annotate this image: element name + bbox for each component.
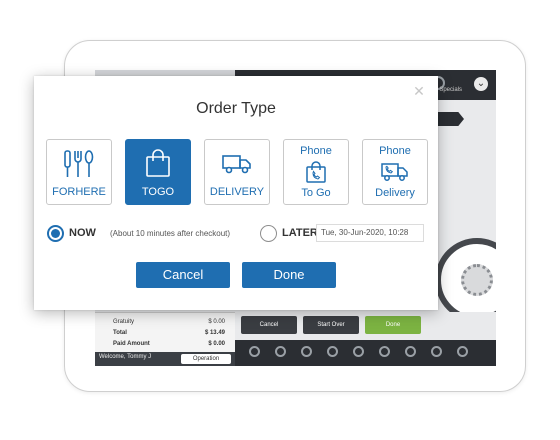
function-icon[interactable] — [431, 346, 442, 357]
function-icon[interactable] — [275, 346, 286, 357]
order-type-delivery-button[interactable]: DELIVERY — [204, 139, 270, 205]
done-button[interactable]: Done — [242, 262, 336, 288]
later-label: LATER — [282, 227, 318, 239]
bg-cancel-button[interactable]: Cancel — [241, 316, 297, 334]
order-type-label: To Go — [301, 187, 331, 199]
order-type-label-top: Phone — [300, 145, 332, 157]
function-icon[interactable] — [405, 346, 416, 357]
later-radio[interactable] — [260, 225, 277, 242]
later-datetime-field[interactable]: Tue, 30-Jun-2020, 10:28 — [316, 224, 424, 242]
summary-value: $ 0.00 — [208, 341, 225, 347]
truck-icon — [222, 155, 251, 174]
now-note: (About 10 minutes after checkout) — [110, 229, 231, 238]
specials-label: Specials — [439, 87, 462, 93]
order-type-label: FORHERE — [52, 186, 106, 198]
function-bar — [235, 340, 496, 366]
order-type-togo-button[interactable]: TOGO — [125, 139, 191, 205]
action-row: Cancel Start Over Done — [235, 312, 496, 338]
now-radio[interactable] — [47, 225, 64, 242]
function-icon[interactable] — [327, 346, 338, 357]
utensils-icon — [64, 150, 94, 177]
chevron-down-icon[interactable]: ⌄ — [474, 77, 488, 91]
summary-label: Paid Amount — [113, 341, 150, 347]
summary-label: Gratuity — [113, 319, 135, 325]
order-type-label: Delivery — [375, 187, 415, 199]
summary-row: Total $ 13.49 — [113, 330, 229, 336]
summary-label: Total — [113, 330, 127, 336]
welcome-text: Welcome, Tommy J — [99, 354, 152, 360]
start-over-button[interactable]: Start Over — [303, 316, 359, 334]
function-icon[interactable] — [353, 346, 364, 357]
order-type-dialog: Order Type ✕ FORHERE TOGO DELIVERY Phone… — [34, 76, 438, 310]
wheel-center — [461, 264, 493, 296]
order-type-phone-delivery-button[interactable]: Phone Delivery — [362, 139, 428, 205]
function-icon[interactable] — [457, 346, 468, 357]
function-icon[interactable] — [249, 346, 260, 357]
order-type-forhere-button[interactable]: FORHERE — [46, 139, 112, 205]
bg-done-button[interactable]: Done — [365, 316, 421, 334]
cancel-button[interactable]: Cancel — [136, 262, 230, 288]
shopping-bag-icon — [146, 149, 170, 177]
now-label: NOW — [69, 227, 96, 239]
order-type-label: DELIVERY — [209, 186, 265, 198]
order-type-label-top: Phone — [379, 145, 411, 157]
summary-value: $ 0.00 — [208, 319, 225, 325]
phone-bag-icon — [306, 161, 326, 183]
order-type-label: TOGO — [141, 186, 175, 198]
close-icon[interactable]: ✕ — [412, 84, 426, 98]
summary-row: Paid Amount $ 0.00 — [113, 341, 229, 347]
operation-button[interactable]: Operation — [181, 354, 231, 364]
function-icon[interactable] — [301, 346, 312, 357]
summary-value: $ 13.49 — [204, 330, 225, 336]
summary-row: Gratuity $ 0.00 — [113, 319, 229, 325]
welcome-bar: Welcome, Tommy J Operation — [95, 352, 235, 366]
function-icon[interactable] — [379, 346, 390, 357]
dialog-title: Order Type — [196, 100, 276, 117]
selector-wheel[interactable] — [435, 238, 496, 322]
order-type-phone-togo-button[interactable]: Phone To Go — [283, 139, 349, 205]
phone-truck-icon — [381, 163, 408, 181]
